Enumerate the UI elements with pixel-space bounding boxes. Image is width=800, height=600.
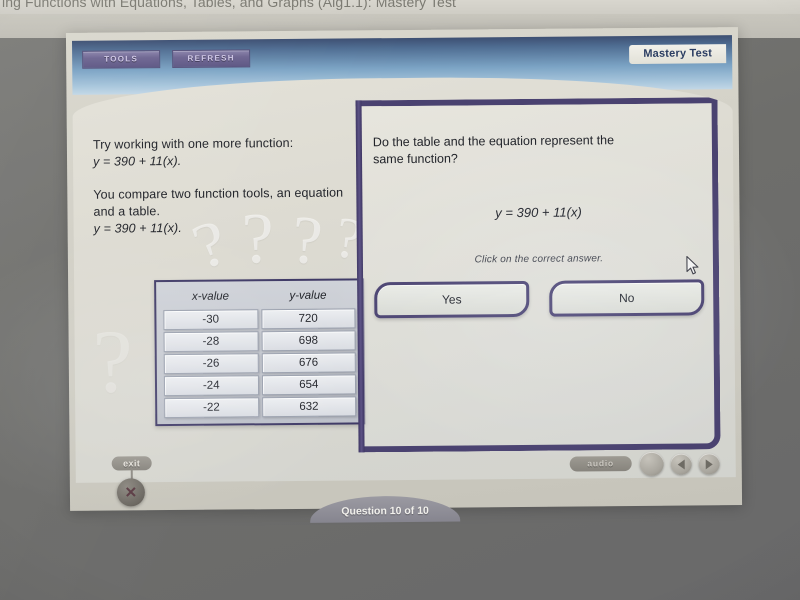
mastery-test-badge: Mastery Test <box>629 44 727 65</box>
close-x-icon: ✕ <box>124 483 138 501</box>
browser-titlebar: ing Functions with Equations, Tables, an… <box>0 0 800 14</box>
cell-y: 676 <box>261 352 356 374</box>
table-body: -30 720 -28 698 -26 676 -24 654 -22 632 <box>163 308 357 419</box>
browser-page-title: ing Functions with Equations, Tables, an… <box>2 0 457 10</box>
answer-yes-button[interactable]: Yes <box>374 280 530 319</box>
exit-button[interactable]: ✕ <box>116 478 146 507</box>
answer-instruction: Click on the correct answer. <box>474 253 604 266</box>
function-table: x-value y-value -30 720 -28 698 -26 676 … <box>154 278 366 427</box>
cell-x: -30 <box>163 309 259 331</box>
next-question-button[interactable] <box>698 453 720 475</box>
column-header-y: y-value <box>261 286 356 307</box>
column-header-y-text: y-value <box>289 289 327 303</box>
learning-app-window: TOOLS REFRESH Mastery Test ? ? ? ? ? Try… <box>65 27 743 523</box>
cell-y: 698 <box>261 330 356 352</box>
question-equation: y = 390 + 11(x) <box>495 204 582 221</box>
right-panel: Do the table and the equation represent … <box>373 131 705 319</box>
question-counter: Question 10 of 10 <box>309 495 461 523</box>
left-panel: Try working with one more function: y = … <box>93 134 352 237</box>
cell-y: 632 <box>261 396 357 418</box>
table-row: -24 654 <box>163 374 357 397</box>
cell-y: 654 <box>261 374 357 396</box>
question-mark-watermark: ? <box>92 312 134 412</box>
previous-question-button[interactable] <box>670 453 692 475</box>
content-card: ? ? ? ? ? Try working with one more func… <box>72 75 736 483</box>
column-header-x: x-value <box>163 287 258 308</box>
cell-x: -22 <box>164 397 259 419</box>
triangle-left-icon <box>677 459 685 470</box>
body-line-1: You compare two function tools, an equat… <box>93 185 344 202</box>
question-line-2: same function? <box>372 151 458 167</box>
table-row: -30 720 <box>163 308 356 331</box>
table-row: -28 698 <box>163 330 356 353</box>
cell-x: -28 <box>163 331 259 353</box>
answer-no-button[interactable]: No <box>549 279 705 317</box>
photo-scene: ing Functions with Equations, Tables, an… <box>0 0 800 600</box>
question-text: Do the table and the equation represent … <box>373 131 703 168</box>
answer-choices: Yes No <box>374 279 705 319</box>
cell-y: 720 <box>260 308 356 330</box>
column-header-x-text: x-value <box>191 290 230 303</box>
audio-play-button[interactable] <box>639 451 664 476</box>
tools-button[interactable]: TOOLS <box>82 50 161 69</box>
body-equation: y = 390 + 11(x). <box>93 220 182 236</box>
table-row: -26 676 <box>163 352 356 375</box>
table-element: x-value y-value -30 720 -28 698 -26 676 … <box>160 284 359 420</box>
triangle-right-icon <box>705 458 713 469</box>
cell-x: -26 <box>163 353 259 375</box>
table-header-row: x-value y-value <box>163 286 355 308</box>
refresh-button[interactable]: REFRESH <box>172 49 251 69</box>
audio-button[interactable]: audio <box>569 456 632 472</box>
table-row: -22 632 <box>164 396 357 419</box>
cell-x: -24 <box>163 375 259 397</box>
